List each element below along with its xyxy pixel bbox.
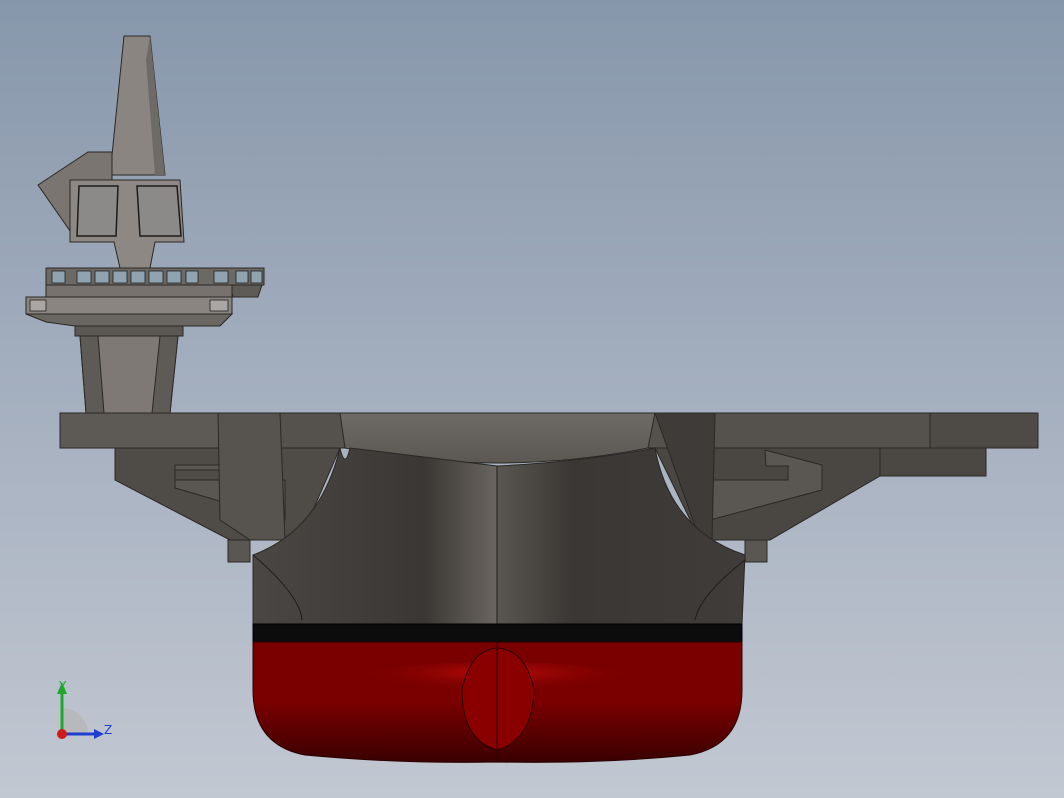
- y-axis-label: Y: [58, 679, 67, 693]
- z-axis-label: Z: [104, 723, 112, 737]
- upper-window-left: [76, 185, 119, 237]
- boot-top-stripe: [252, 623, 743, 643]
- graphics-viewport[interactable]: Y Z: [0, 0, 1064, 798]
- coordinate-triad[interactable]: Y Z: [40, 672, 130, 752]
- upper-window-right: [136, 185, 182, 237]
- island-superstructure: [25, 35, 265, 414]
- aircraft-carrier-model[interactable]: [0, 0, 1064, 798]
- hull-lower: [252, 641, 743, 763]
